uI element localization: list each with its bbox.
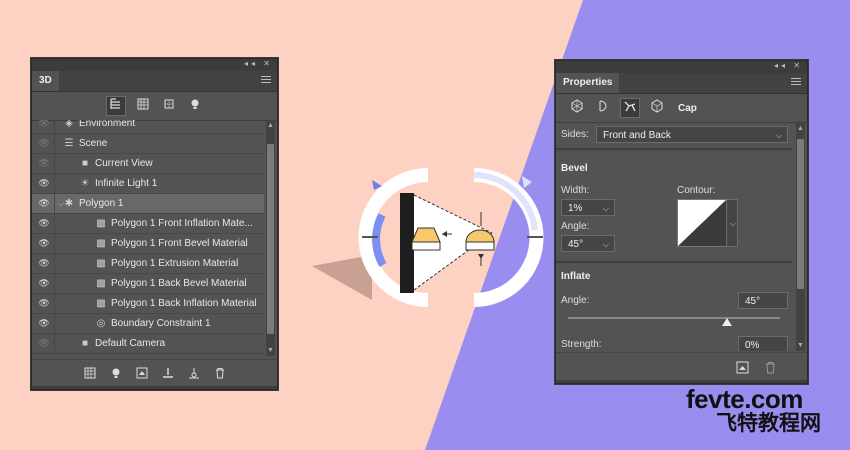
width-label: Width: — [561, 185, 590, 196]
left-arc-accent — [372, 213, 387, 267]
cap-icon[interactable] — [620, 98, 640, 118]
tabbar: Properties — [556, 73, 807, 94]
properties-toolbar: Cap — [556, 94, 807, 123]
properties-body: Sides: Front and Back ⌵ Bevel Width: 1% … — [556, 123, 792, 351]
width-field[interactable]: 1% ⌵ — [561, 199, 615, 216]
scrollbar[interactable]: ▲ ▼ — [796, 123, 805, 351]
coordinates-icon[interactable] — [648, 99, 666, 117]
scroll-down-icon[interactable]: ▼ — [797, 342, 804, 349]
sides-value: Front and Back — [603, 130, 671, 141]
chevron-down-icon: ⌵ — [602, 204, 609, 213]
width-value: 1% — [568, 203, 583, 214]
inflate-angle-value: 45° — [745, 296, 761, 307]
angle-value: 45° — [568, 239, 584, 250]
slider-thumb[interactable] — [722, 318, 732, 326]
deform-icon[interactable] — [594, 99, 612, 117]
chevron-down-icon: ⌵ — [602, 240, 609, 249]
sides-dropdown[interactable]: Front and Back ⌵ — [596, 126, 788, 143]
contour-picker[interactable] — [677, 199, 727, 247]
panel-properties: ◂◂ ✕ Properties Cap Sides: Front and Bac… — [555, 60, 808, 384]
trash-icon[interactable] — [764, 361, 777, 377]
inflate-angle-slider[interactable] — [568, 317, 780, 319]
divider — [556, 148, 792, 150]
watermark-line1: fevte.com — [686, 384, 803, 414]
inflate-heading: Inflate — [561, 271, 591, 282]
angle-label: Angle: — [561, 221, 590, 232]
panel-menu-icon[interactable] — [791, 78, 801, 87]
mesh-icon[interactable] — [568, 99, 586, 117]
scroll-thumb[interactable] — [797, 139, 804, 289]
right-marker — [522, 176, 532, 188]
inflate-angle-label: Angle: — [561, 295, 590, 306]
close-icon[interactable]: ✕ — [793, 61, 803, 70]
contour-label: Contour: — [677, 185, 716, 196]
divider — [556, 261, 792, 263]
contour-dropdown[interactable]: ⌵ — [726, 199, 738, 247]
active-section-label: Cap — [678, 102, 697, 114]
watermark-logo: fevte.com 飞特教程网 — [686, 386, 821, 436]
watermark-line2: 飞特教程网 — [716, 412, 821, 435]
inflate-angle-field[interactable]: 45° — [738, 292, 788, 309]
chevron-down-icon: ⌵ — [775, 131, 782, 140]
strength-label: Strength: — [561, 339, 602, 350]
bottom-toolbar — [556, 352, 807, 383]
reset-icon[interactable] — [736, 361, 749, 377]
panel-topbar: ◂◂ ✕ — [556, 61, 807, 73]
collapse-icon[interactable]: ◂◂ — [774, 61, 788, 70]
tab-properties[interactable]: Properties — [556, 73, 620, 93]
strength-field[interactable]: 0% — [738, 336, 788, 351]
chevron-down-icon: ⌵ — [729, 219, 736, 228]
strength-value: 0% — [745, 340, 760, 351]
panel-resize-grip[interactable] — [556, 380, 807, 383]
angle-field[interactable]: 45° ⌵ — [561, 235, 615, 252]
sides-label: Sides: — [561, 129, 589, 140]
scroll-up-icon[interactable]: ▲ — [797, 125, 804, 132]
bevel-heading: Bevel — [561, 163, 588, 174]
